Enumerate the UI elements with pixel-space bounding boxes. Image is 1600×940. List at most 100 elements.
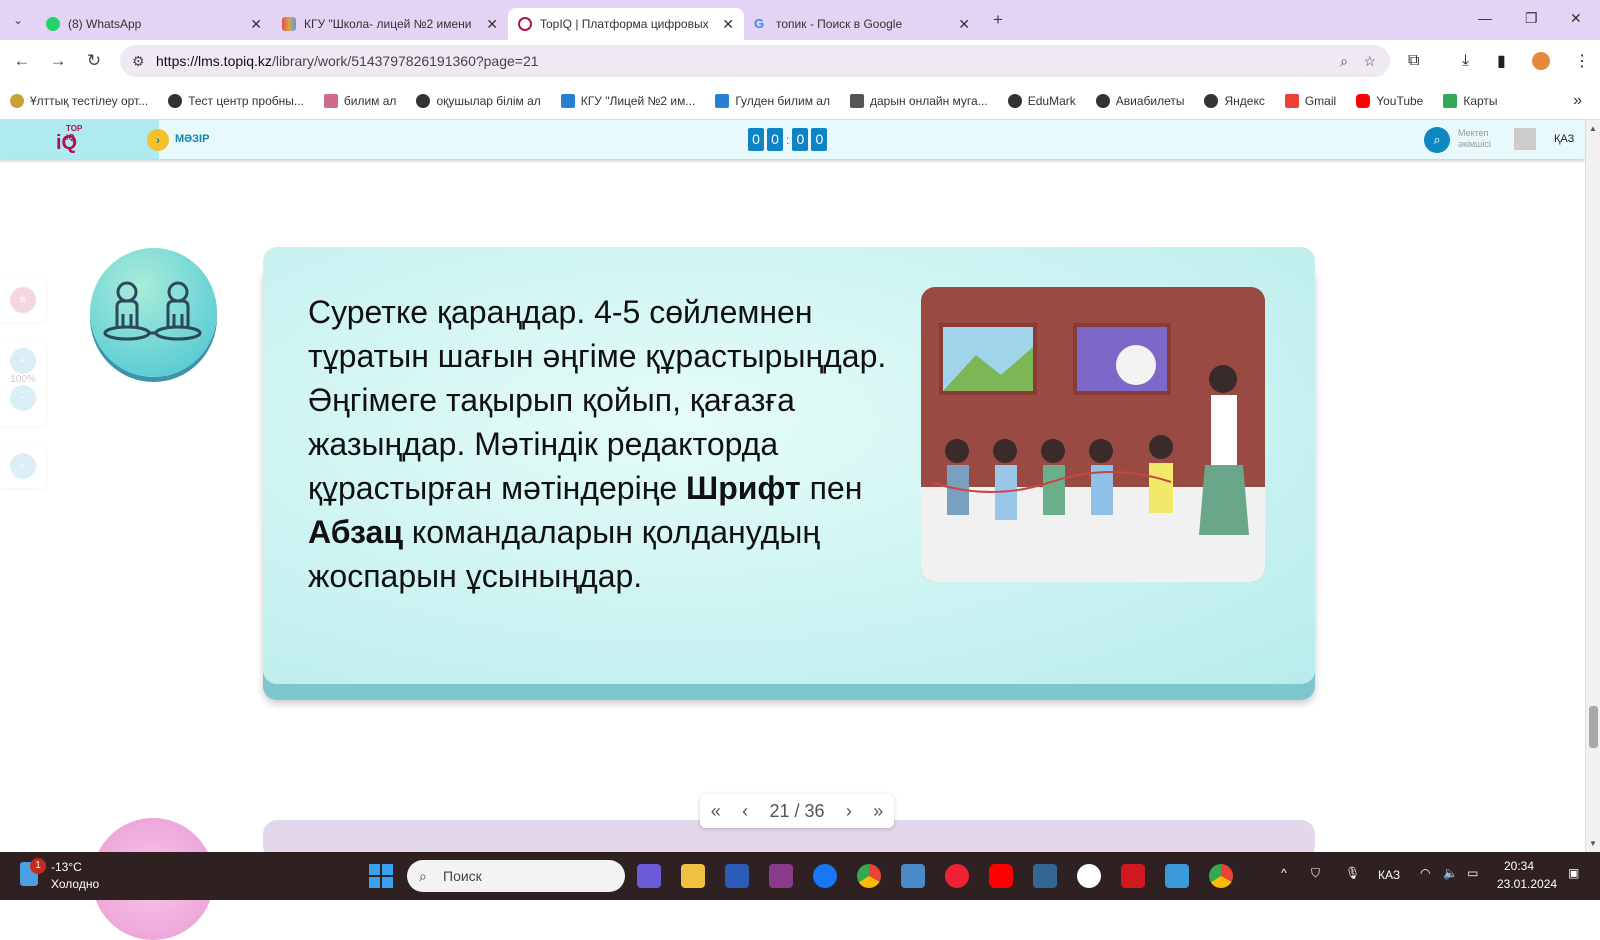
user-role: Мектеп әкімшісі	[1458, 128, 1491, 150]
globe-icon	[1095, 93, 1110, 108]
user-role-line: Мектеп	[1458, 128, 1489, 138]
search-button[interactable]: ⌕	[1424, 127, 1450, 153]
minimize-button[interactable]: —	[1478, 10, 1492, 26]
security-icon[interactable]: ⛉	[1311, 866, 1320, 881]
zoom-out-icon[interactable]: −	[10, 385, 36, 411]
pagination: « ‹ 21 / 36 › »	[700, 794, 894, 828]
search-panel: ⌕	[0, 444, 46, 488]
temperature: -13°C	[51, 860, 82, 874]
back-button[interactable]: ←	[4, 51, 40, 71]
tab-title: (8) WhatsApp	[68, 17, 142, 31]
facebook-icon[interactable]	[813, 864, 837, 888]
globe-icon	[1204, 93, 1219, 108]
user-avatar[interactable]	[1514, 128, 1536, 150]
profile-avatar[interactable]	[1532, 52, 1550, 70]
restore-button[interactable]: ❐	[1525, 10, 1538, 27]
bookmark-label: билим ал	[343, 93, 397, 108]
topiq-logo[interactable]: TOP iQ iQ	[56, 124, 92, 154]
youtube-icon[interactable]	[989, 864, 1013, 888]
bookmark[interactable]: Тест центр пробны...	[168, 93, 304, 108]
bookmark[interactable]: билим ал	[323, 93, 397, 108]
bookmark[interactable]: КГУ "Лицей №2 им...	[560, 93, 695, 108]
bookmark[interactable]: Авиабилеты	[1095, 93, 1184, 108]
word-icon[interactable]	[725, 864, 749, 888]
bookmark[interactable]: Карты	[1443, 93, 1498, 108]
prev-page-button[interactable]: ‹	[742, 801, 748, 822]
tab-list-dropdown[interactable]: ⌄	[0, 13, 36, 27]
volume-icon[interactable]: 🔈	[1443, 866, 1458, 880]
search-placeholder: Поиск	[443, 868, 482, 884]
postgres-icon[interactable]	[1033, 864, 1057, 888]
zoom-icon[interactable]: ⌕	[1340, 53, 1348, 70]
menu-label[interactable]: МӘЗІР	[175, 133, 209, 145]
winrar-icon[interactable]	[769, 864, 793, 888]
chrome-active-icon[interactable]	[1209, 864, 1233, 888]
bookmark[interactable]: EduMark	[1007, 93, 1076, 108]
acrobat-icon[interactable]	[1121, 864, 1145, 888]
bookmark[interactable]: дарын онлайн муга...	[849, 93, 988, 108]
bookmark[interactable]: Гулден билим ал	[715, 93, 830, 108]
wifi-icon[interactable]: ◠	[1420, 866, 1430, 880]
hamburger-icon[interactable]: ≡	[10, 287, 36, 313]
bookmark[interactable]: YouTube	[1356, 93, 1423, 108]
chrome-icon[interactable]	[857, 864, 881, 888]
battery-icon[interactable]: ▭	[1467, 866, 1478, 880]
zoom-in-icon[interactable]: +	[10, 348, 36, 374]
meet-icon[interactable]	[637, 864, 661, 888]
menu-toggle-button[interactable]: ›	[147, 129, 169, 151]
language-switch[interactable]: ҚАЗ	[1554, 133, 1574, 145]
new-tab-button[interactable]: +	[980, 10, 1016, 30]
scrollbar[interactable]: ▲ ▼	[1585, 120, 1600, 852]
close-icon[interactable]: ✕	[958, 16, 970, 33]
python-icon[interactable]	[901, 864, 925, 888]
forward-button[interactable]: →	[40, 51, 76, 71]
next-page-button[interactable]: ›	[846, 801, 852, 822]
url-path: /library/work/5143797826191360?page=21	[271, 53, 539, 69]
bookmark-label: дарын онлайн муга...	[869, 93, 988, 108]
school-icon	[282, 17, 296, 31]
tray-overflow-icon[interactable]: ^	[1281, 866, 1287, 880]
explorer-icon[interactable]	[681, 864, 705, 888]
bookmark[interactable]: оқушылар білім ал	[416, 93, 541, 108]
side-panel-icon[interactable]: ▮	[1497, 51, 1506, 71]
reload-button[interactable]: ↻	[76, 51, 112, 71]
microphone-icon[interactable]: 🎙	[1345, 866, 1360, 880]
tab-google[interactable]: Gтопик - Поиск в Google ✕	[744, 8, 980, 40]
input-language[interactable]: КАЗ	[1378, 868, 1400, 882]
tab-whatsapp[interactable]: (8) WhatsApp ✕	[36, 8, 272, 40]
bookmark[interactable]: Gmail	[1284, 93, 1337, 108]
download-icon[interactable]: ⤓	[1462, 52, 1469, 70]
clock-time[interactable]: 20:34	[1504, 859, 1534, 873]
museum-illustration	[921, 287, 1265, 582]
more-menu-icon[interactable]: ⋮	[1574, 51, 1590, 71]
tab-bar: ⌄ (8) WhatsApp ✕ КГУ "Школа- лицей №2 име…	[0, 0, 1600, 40]
scrollbar-thumb[interactable]	[1589, 706, 1598, 748]
bookmarks-bar: Ұлттық тестілеу орт... Тест центр пробны…	[0, 82, 1600, 120]
taskbar-search[interactable]: ⌕ Поиск	[407, 860, 625, 892]
url-input[interactable]: ⚙ https://lms.topiq.kz/library/work/5143…	[120, 45, 1390, 77]
site-settings-icon[interactable]: ⚙	[132, 53, 145, 70]
bookmark-label: Gmail	[1304, 93, 1337, 108]
clock-date[interactable]: 23.01.2024	[1497, 877, 1557, 891]
notifications-icon[interactable]: ▣	[1568, 866, 1579, 880]
bookmark-star-icon[interactable]: ☆	[1363, 53, 1376, 70]
extensions-icon[interactable]: ⧉	[1408, 52, 1419, 70]
windows-start-icon[interactable]	[369, 864, 393, 888]
tab-school[interactable]: КГУ "Школа- лицей №2 имени ✕	[272, 8, 508, 40]
bookmark[interactable]: Яндекс	[1204, 93, 1265, 108]
close-icon[interactable]: ✕	[722, 16, 734, 33]
tab-topiq[interactable]: TopIQ | Платформа цифровых ✕	[508, 8, 744, 40]
last-page-button[interactable]: »	[873, 801, 883, 822]
bookmark[interactable]: Ұлттық тестілеу орт...	[10, 93, 148, 108]
yandex-browser-icon[interactable]	[1077, 864, 1101, 888]
more-bookmarks-icon[interactable]: »	[1573, 92, 1582, 110]
search-icon[interactable]: ⌕	[10, 453, 36, 479]
timer-digit: 0	[767, 128, 783, 151]
first-page-button[interactable]: «	[711, 801, 721, 822]
close-window-button[interactable]: ✕	[1570, 10, 1582, 27]
close-icon[interactable]: ✕	[486, 16, 498, 33]
close-icon[interactable]: ✕	[250, 16, 262, 33]
yandex-icon[interactable]	[945, 864, 969, 888]
notepad-icon[interactable]	[1165, 864, 1189, 888]
pair-work-icon	[90, 248, 217, 377]
